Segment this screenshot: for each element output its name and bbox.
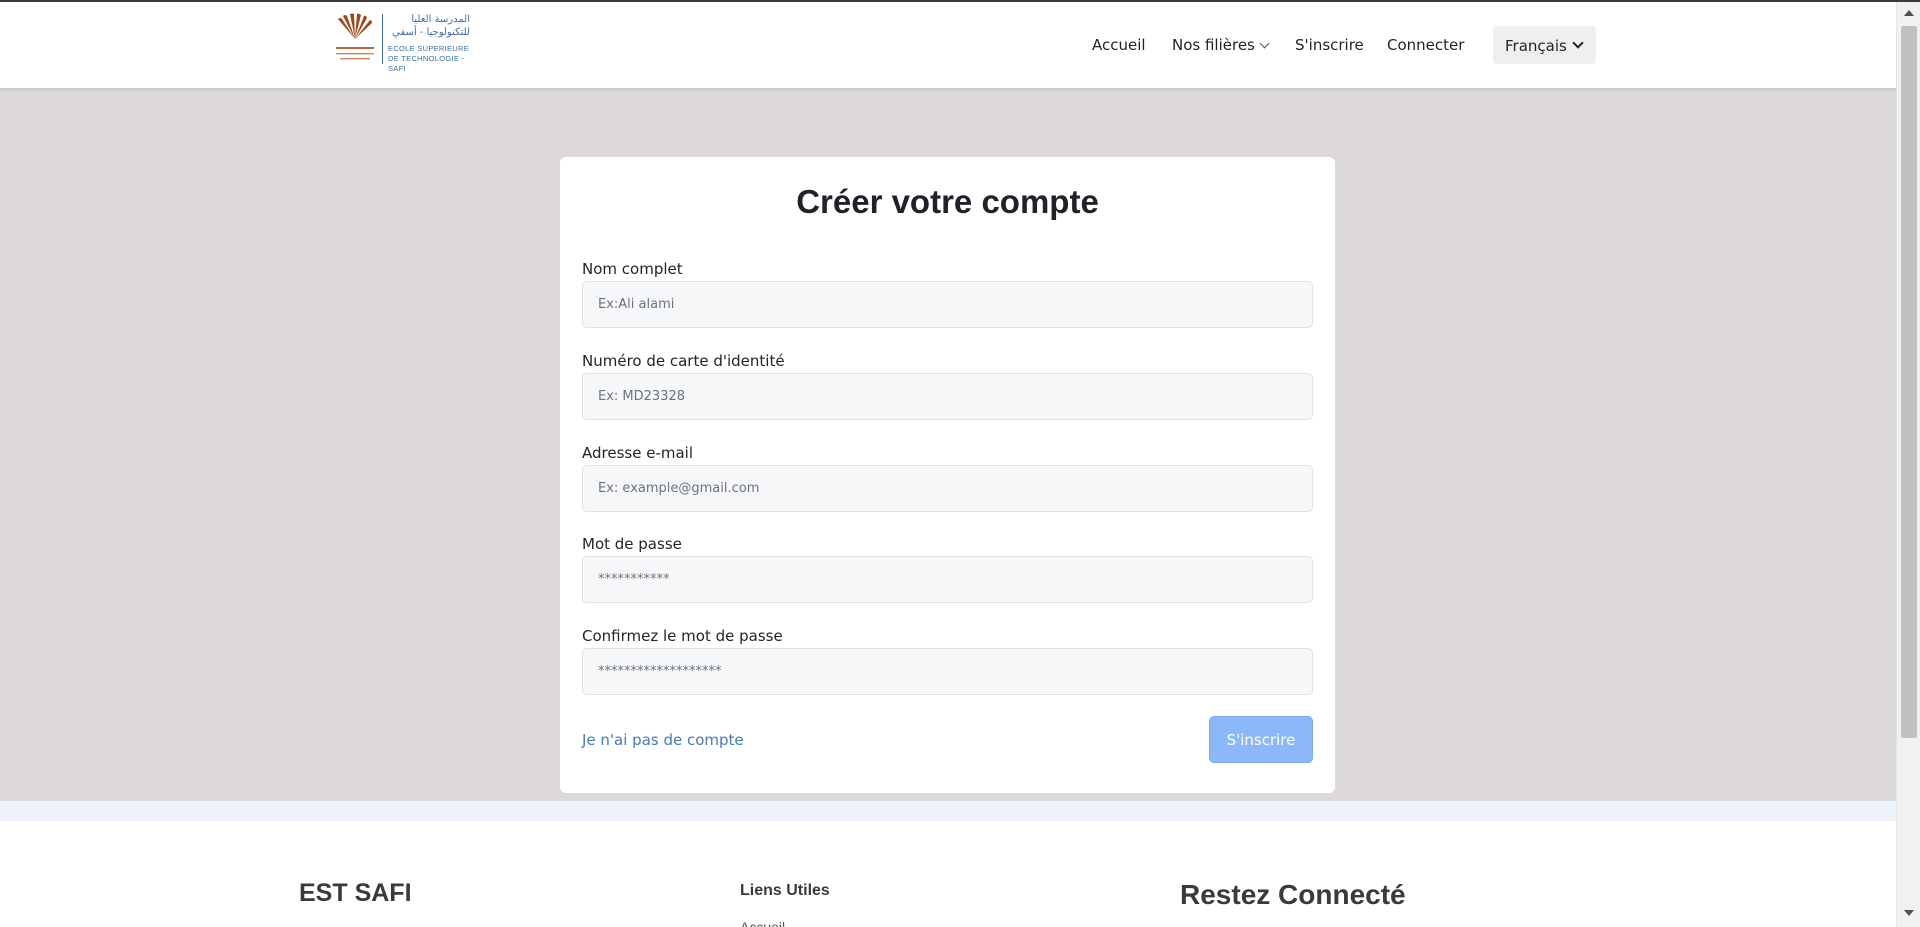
logo-french-text: ECOLE SUPERIEURE DE TECHNOLOGIE -SAFI bbox=[388, 44, 470, 73]
chevron-down-icon bbox=[1259, 38, 1270, 49]
nav-connecter[interactable]: Connecter bbox=[1387, 36, 1464, 54]
email-field[interactable] bbox=[582, 465, 1313, 512]
password-input[interactable] bbox=[582, 556, 1313, 603]
no-account-link[interactable]: Je n'ai pas de compte bbox=[582, 731, 744, 749]
site-header: المدرسة العليا للتكنولوجيا - أسفي ECOLE … bbox=[0, 2, 1896, 88]
confirm-password-input[interactable] bbox=[582, 648, 1313, 695]
language-select[interactable]: Français bbox=[1493, 26, 1596, 64]
logo-emblem-icon bbox=[336, 13, 374, 60]
nav-inscrire[interactable]: S'inscrire bbox=[1295, 36, 1364, 54]
full-name-label: Nom complet bbox=[582, 260, 683, 278]
full-name-input[interactable] bbox=[582, 281, 1313, 328]
scroll-up-icon[interactable] bbox=[1904, 10, 1914, 16]
id-card-label: Numéro de carte d'identité bbox=[582, 352, 785, 370]
school-logo[interactable]: المدرسة العليا للتكنولوجيا - أسفي ECOLE … bbox=[330, 10, 470, 73]
signup-submit-button[interactable]: S'inscrire bbox=[1209, 716, 1313, 763]
footer-divider-band bbox=[0, 800, 1896, 821]
email-label: Adresse e-mail bbox=[582, 444, 693, 462]
confirm-password-label: Confirmez le mot de passe bbox=[582, 627, 783, 645]
password-label: Mot de passe bbox=[582, 535, 682, 553]
footer-links-title: Liens Utiles bbox=[740, 882, 830, 899]
nav-accueil[interactable]: Accueil bbox=[1092, 36, 1146, 54]
footer-link-accueil[interactable]: Accueil bbox=[740, 919, 785, 927]
logo-separator bbox=[382, 14, 383, 64]
site-footer: EST SAFI Liens Utiles Accueil Restez Con… bbox=[0, 821, 1896, 927]
logo-arabic-text: المدرسة العليا للتكنولوجيا - أسفي bbox=[392, 14, 470, 38]
nav-filieres-label: Nos filières bbox=[1172, 36, 1255, 54]
id-card-input[interactable] bbox=[582, 373, 1313, 420]
language-select-value: Français bbox=[1505, 37, 1567, 55]
signup-card: Créer votre compte Nom complet Numéro de… bbox=[560, 157, 1335, 793]
nav-filieres-dropdown[interactable]: Nos filières bbox=[1172, 36, 1270, 54]
chevron-down-icon bbox=[1572, 37, 1584, 49]
footer-connected-title: Restez Connecté bbox=[1180, 879, 1406, 910]
footer-brand: EST SAFI bbox=[299, 879, 412, 907]
page-title: Créer votre compte bbox=[796, 183, 1099, 220]
scrollbar-thumb[interactable] bbox=[1901, 26, 1917, 738]
scroll-down-icon[interactable] bbox=[1904, 910, 1914, 916]
page-scrollbar[interactable] bbox=[1896, 2, 1920, 927]
